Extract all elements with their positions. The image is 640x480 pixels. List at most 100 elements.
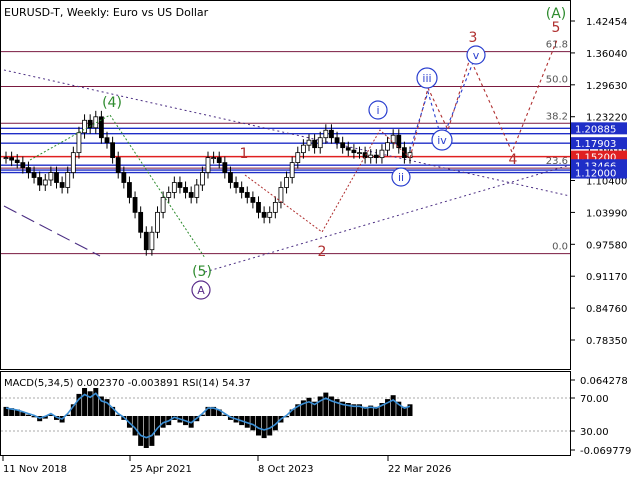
fibonacci-levels: 61.850.038.223.60.0 [1, 40, 570, 255]
candle-body[interactable] [300, 144, 306, 154]
candle-body[interactable] [306, 139, 312, 146]
candle-body[interactable] [289, 162, 295, 178]
wave-label-wv: v [473, 49, 480, 62]
macd-rsi-indicator [1, 388, 570, 448]
price-tick-label: 1.03990 [586, 208, 627, 219]
candle-body[interactable] [278, 187, 284, 203]
candle-body[interactable] [155, 211, 160, 233]
wave-label-r3: 3 [469, 30, 478, 46]
candle-body[interactable] [362, 152, 368, 159]
candle-body[interactable] [345, 147, 351, 151]
candle-body[interactable] [323, 129, 329, 139]
candle-body[interactable] [59, 182, 65, 188]
wave-label-r2: 2 [318, 244, 327, 260]
candle-body[interactable] [317, 137, 323, 149]
candle-body[interactable] [267, 211, 273, 218]
candle-body[interactable] [104, 137, 110, 144]
price-candles[interactable] [3, 110, 413, 256]
candle-body[interactable] [70, 152, 76, 173]
candle-body[interactable] [199, 172, 205, 186]
candle-body[interactable] [3, 157, 9, 160]
price-tag-label: 1.12000 [575, 169, 616, 180]
candle-body[interactable] [138, 211, 144, 233]
candle-body[interactable] [312, 139, 318, 149]
candle-body[interactable] [233, 182, 239, 188]
candle-body[interactable] [244, 192, 250, 198]
price-tick-label: 0.91170 [586, 272, 627, 283]
candle-body[interactable] [149, 231, 155, 251]
candle-body[interactable] [222, 162, 228, 173]
macd-bar [256, 416, 261, 436]
candle-body[interactable] [401, 147, 407, 159]
candle-body[interactable] [228, 172, 233, 183]
candle-body[interactable] [54, 172, 59, 183]
candle-body[interactable] [132, 197, 138, 213]
channel-line [3, 205, 101, 257]
candle-body[interactable] [31, 172, 37, 178]
candle-body[interactable] [177, 182, 183, 188]
candle-body[interactable] [115, 157, 121, 173]
candle-body[interactable] [256, 202, 261, 213]
wave-label-wi: i [376, 104, 379, 117]
candle-body[interactable] [26, 167, 31, 173]
chart-root: 61.850.038.223.60.0 (A)(4)(5)A12345iiiii… [0, 0, 631, 475]
macd-bar [143, 416, 149, 448]
candle-body[interactable] [295, 152, 301, 163]
candle-body[interactable] [20, 162, 26, 168]
candle-body[interactable] [48, 172, 54, 181]
price-tick-label: 1.42454 [586, 17, 627, 28]
candle-body[interactable] [357, 152, 362, 155]
wave-label-r4: 4 [509, 152, 518, 168]
candle-body[interactable] [211, 157, 217, 160]
candle-body[interactable] [188, 192, 194, 198]
candle-body[interactable] [284, 177, 289, 188]
candle-body[interactable] [334, 137, 340, 144]
candle-body[interactable] [76, 132, 82, 154]
candle-body[interactable] [216, 157, 222, 163]
indicator-tick-label: 30.00 [580, 427, 609, 438]
wave-label-4: (4) [102, 95, 122, 111]
candle-body[interactable] [171, 182, 177, 193]
candle-body[interactable] [261, 211, 267, 218]
candle-body[interactable] [9, 157, 15, 161]
candle-body[interactable] [205, 157, 211, 173]
candle-body[interactable] [239, 187, 245, 193]
candle-body[interactable] [385, 142, 390, 151]
candle-body[interactable] [127, 182, 132, 198]
candle-body[interactable] [379, 149, 385, 159]
indicator-axis: 0.064278 70.00 30.00 -0.069779 [570, 376, 631, 457]
wave-label-r5: 5 [552, 20, 561, 36]
candle-body[interactable] [166, 192, 172, 198]
candle-body[interactable] [250, 197, 256, 203]
time-tick-label: 25 Apr 2021 [130, 464, 192, 475]
time-tick-label: 8 Oct 2023 [258, 464, 313, 475]
candle-body[interactable] [183, 187, 188, 193]
candle-body[interactable] [194, 184, 200, 198]
candle-body[interactable] [110, 142, 116, 159]
lower-trendline [204, 164, 571, 273]
time-tick-label: 22 Mar 2026 [388, 464, 451, 475]
candle-body[interactable] [340, 142, 346, 149]
price-tick-label: 1.29630 [586, 81, 627, 92]
wave-label-r1: 1 [240, 146, 249, 162]
macd-bar [87, 391, 93, 416]
candle-body[interactable] [329, 129, 334, 139]
candle-body[interactable] [14, 159, 20, 163]
indicator-label: MACD(5,34,5) 0.002370 -0.003891 RSI(14) … [4, 378, 251, 389]
chart-title: EURUSD-T, Weekly: Euro vs US Dollar [4, 6, 209, 19]
candle-body[interactable] [143, 231, 149, 251]
candle-body[interactable] [272, 202, 278, 213]
candle-body[interactable] [37, 177, 43, 186]
candle-body[interactable] [351, 149, 357, 154]
candle-body[interactable] [65, 172, 71, 188]
trend-lines [1, 69, 571, 273]
candle-body[interactable] [368, 154, 374, 159]
candle-body[interactable] [82, 119, 87, 134]
candle-body[interactable] [42, 179, 48, 186]
macd-bar [306, 397, 312, 416]
wave-label-wiii: iii [422, 72, 431, 85]
candle-body[interactable] [160, 197, 166, 213]
candle-body[interactable] [373, 154, 379, 159]
wave-label-5: (5) [192, 264, 212, 280]
candle-body[interactable] [121, 172, 127, 183]
